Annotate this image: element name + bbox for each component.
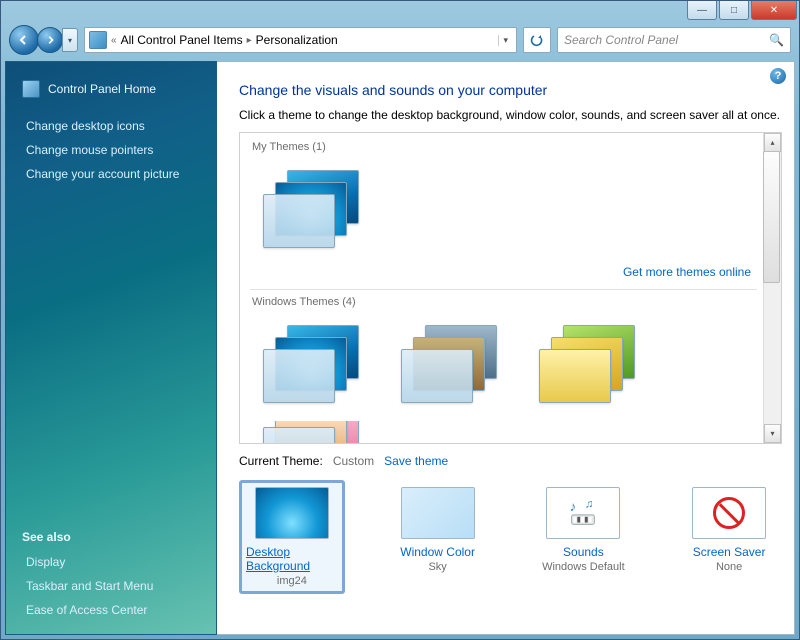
- breadcrumb-dropdown[interactable]: ▾: [498, 35, 512, 46]
- breadcrumb-root[interactable]: All Control Panel Items: [121, 33, 243, 47]
- link-ease-of-access[interactable]: Ease of Access Center: [26, 603, 200, 617]
- minimize-button[interactable]: —: [687, 1, 717, 20]
- desktop-background-icon: [255, 487, 329, 539]
- home-icon: [22, 80, 40, 98]
- setting-title: Desktop Background: [246, 545, 338, 573]
- titlebar: — □ ✕: [1, 1, 799, 25]
- setting-title: Sounds: [563, 545, 604, 559]
- breadcrumb[interactable]: « All Control Panel Items ▸ Personalizat…: [84, 27, 517, 53]
- home-label: Control Panel Home: [48, 82, 156, 96]
- nav-buttons: ▾: [9, 25, 78, 55]
- scrollbar[interactable]: ▴ ▾: [763, 133, 781, 443]
- chevron-left-icon: «: [109, 35, 119, 46]
- theme-windows7[interactable]: [250, 312, 372, 414]
- setting-title: Window Color: [400, 545, 475, 559]
- search-input[interactable]: Search Control Panel 🔍: [557, 27, 791, 53]
- window-buttons: — □ ✕: [687, 1, 799, 20]
- desktop-background-setting[interactable]: Desktop Background img24: [239, 480, 345, 594]
- content: ? Change the visuals and sounds on your …: [217, 61, 795, 635]
- theme-landscapes[interactable]: [250, 420, 372, 444]
- body: Control Panel Home Change desktop icons …: [5, 61, 795, 635]
- page-title: Change the visuals and sounds on your co…: [239, 82, 782, 98]
- link-change-mouse-pointers[interactable]: Change mouse pointers: [26, 143, 200, 157]
- svg-text:♪: ♪: [570, 499, 577, 514]
- get-more-themes-link[interactable]: Get more themes online: [250, 265, 751, 279]
- forward-button[interactable]: [37, 27, 63, 53]
- windows-themes-row: [250, 312, 757, 414]
- arrow-right-icon: [45, 35, 55, 45]
- setting-value: None: [716, 561, 742, 573]
- link-change-account-picture[interactable]: Change your account picture: [26, 167, 200, 181]
- save-theme-link[interactable]: Save theme: [384, 454, 448, 468]
- arrow-left-icon: [18, 34, 30, 46]
- svg-text:♫: ♫: [585, 498, 594, 510]
- theme-thumbnail: [263, 325, 359, 401]
- sounds-icon: ♪♫: [546, 487, 620, 539]
- link-display[interactable]: Display: [26, 555, 200, 569]
- theme-custom[interactable]: [250, 157, 372, 259]
- window-color-setting[interactable]: Window Color Sky: [385, 480, 491, 594]
- refresh-icon: [530, 33, 544, 47]
- my-themes-label: My Themes (1): [252, 141, 757, 153]
- breadcrumb-current[interactable]: Personalization: [256, 33, 338, 47]
- sidebar: Control Panel Home Change desktop icons …: [5, 61, 217, 635]
- scroll-down-button[interactable]: ▾: [764, 424, 781, 443]
- theme-thumbnail: [263, 170, 359, 246]
- search-icon: 🔍: [769, 33, 784, 47]
- refresh-button[interactable]: [523, 27, 551, 53]
- nav-history-dropdown[interactable]: ▾: [62, 28, 78, 52]
- scroll-up-button[interactable]: ▴: [764, 133, 781, 152]
- window-color-icon: [401, 487, 475, 539]
- sounds-setting[interactable]: ♪♫ Sounds Windows Default: [531, 480, 637, 594]
- setting-value: img24: [277, 575, 307, 587]
- back-button[interactable]: [9, 25, 39, 55]
- theme-settings-row: Desktop Background img24 Window Color Sk…: [239, 480, 782, 594]
- page-subtitle: Click a theme to change the desktop back…: [239, 108, 782, 122]
- scroll-thumb[interactable]: [763, 151, 780, 283]
- screen-saver-setting[interactable]: Screen Saver None: [676, 480, 782, 594]
- theme-characters[interactable]: [526, 312, 648, 414]
- my-themes-row: [250, 157, 757, 259]
- setting-title: Screen Saver: [693, 545, 766, 559]
- close-button[interactable]: ✕: [751, 1, 797, 20]
- chevron-right-icon: ▸: [245, 35, 254, 46]
- screen-saver-icon: [692, 487, 766, 539]
- theme-thumbnail: [539, 325, 635, 401]
- control-panel-icon: [89, 31, 107, 49]
- sidebar-spacer: [22, 186, 200, 526]
- maximize-button[interactable]: □: [719, 1, 749, 20]
- link-taskbar-startmenu[interactable]: Taskbar and Start Menu: [26, 579, 200, 593]
- windows-themes-row-2: [250, 420, 757, 444]
- setting-value: Windows Default: [542, 561, 625, 573]
- setting-value: Sky: [428, 561, 446, 573]
- personalization-window: — □ ✕ ▾ « All Control Panel Items ▸ Pers…: [0, 0, 800, 640]
- themes-list: My Themes (1) Get more themes online Win…: [239, 132, 782, 444]
- windows-themes-label: Windows Themes (4): [252, 296, 757, 308]
- link-change-desktop-icons[interactable]: Change desktop icons: [26, 119, 200, 133]
- breadcrumb-tail: ▾: [498, 35, 512, 46]
- current-theme-label: Current Theme:: [239, 454, 323, 468]
- help-icon[interactable]: ?: [770, 68, 786, 84]
- theme-thumbnail: [401, 325, 497, 401]
- current-theme-value: Custom: [333, 454, 374, 468]
- theme-thumbnail: [263, 420, 359, 444]
- separator: [250, 289, 757, 290]
- see-also-header: See also: [22, 530, 200, 544]
- current-theme-row: Current Theme: Custom Save theme: [239, 454, 782, 468]
- theme-architecture[interactable]: [388, 312, 510, 414]
- search-placeholder: Search Control Panel: [564, 33, 678, 47]
- control-panel-home[interactable]: Control Panel Home: [22, 80, 200, 98]
- address-bar: ▾ « All Control Panel Items ▸ Personaliz…: [9, 25, 791, 55]
